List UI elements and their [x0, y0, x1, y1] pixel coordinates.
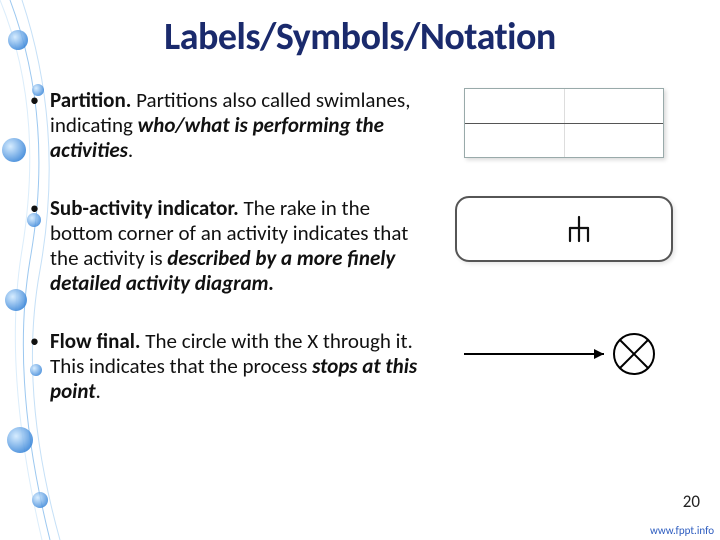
bullet-term: Partition.: [50, 87, 131, 113]
flow-final-icon: [454, 329, 674, 379]
rake-icon: [566, 215, 592, 243]
bullet-row-subactivity: • Sub-activity indicator. The rake in th…: [30, 196, 690, 295]
subactivity-box-icon: [455, 196, 673, 262]
diagram-partition: [454, 88, 674, 158]
bullet-row-flowfinal: • Flow final. The circle with the X thro…: [30, 329, 690, 403]
bullet-text: • Sub-activity indicator. The rake in th…: [30, 196, 436, 295]
bullet-text: • Flow final. The circle with the X thro…: [30, 329, 436, 403]
bullet-row-partition: • Partition. Partitions also called swim…: [30, 88, 690, 162]
bullet-body: Partition. Partitions also called swimla…: [50, 88, 436, 162]
diagram-flowfinal: [454, 329, 674, 379]
bullet-body: Sub-activity indicator. The rake in the …: [50, 196, 436, 295]
partition-table-icon: [464, 88, 664, 158]
bullet-text: • Partition. Partitions also called swim…: [30, 88, 436, 162]
bullet-tail: .: [96, 378, 101, 404]
slide-content: • Partition. Partitions also called swim…: [30, 88, 690, 404]
bullet-marker: •: [30, 88, 50, 162]
bullet-marker: •: [30, 329, 50, 403]
bullet-body: Flow final. The circle with the X throug…: [50, 329, 436, 403]
diagram-subactivity: [454, 196, 674, 262]
bullet-term: Flow final.: [50, 328, 140, 354]
slide-title: Labels/Symbols/Notation: [0, 14, 720, 60]
footer-attribution: www.fppt.info: [650, 524, 714, 537]
bullet-term: Sub-activity indicator.: [50, 195, 239, 221]
bullet-tail: .: [128, 137, 133, 163]
bullet-marker: •: [30, 196, 50, 295]
page-number: 20: [683, 491, 700, 512]
